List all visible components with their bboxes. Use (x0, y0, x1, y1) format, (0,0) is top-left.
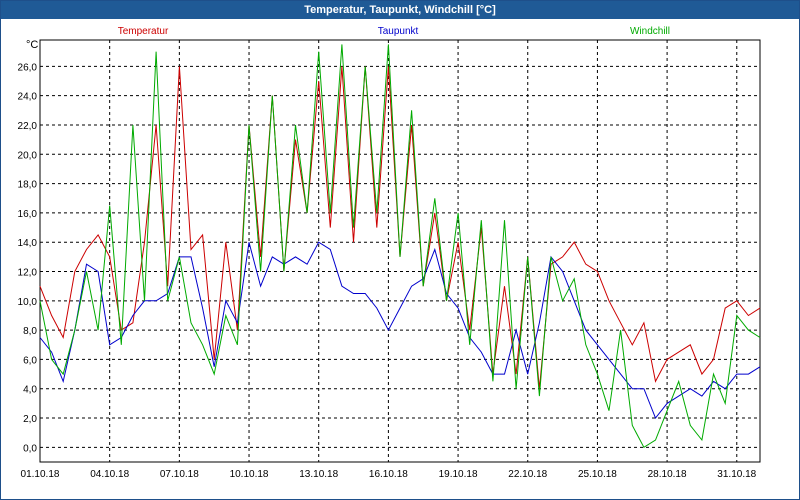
y-axis: 0,0 2,0 4,0 6,0 8,0 10,0 12,0 14,0 16,0 18,0 20,0 2… (18, 62, 38, 454)
x-tick-label: 13.10.18 (299, 469, 338, 480)
x-tick-label: 19.10.18 (439, 469, 478, 480)
x-tick-label: 01.10.18 (21, 469, 60, 480)
y-tick-label: 4,0 (23, 385, 37, 396)
legend-entry-windchill: Windchill (630, 26, 670, 37)
y-tick-label: 6,0 (23, 355, 37, 366)
x-tick-label: 22.10.18 (508, 469, 547, 480)
legend-entry-taupunkt: Taupunkt (378, 26, 419, 37)
legend-entry-temperatur: Temperatur (118, 26, 169, 37)
y-tick-label: 0,0 (23, 443, 37, 454)
x-tick-label: 04.10.18 (90, 469, 129, 480)
x-tick-label: 31.10.18 (717, 469, 756, 480)
y-tick-label: 14,0 (18, 238, 38, 249)
y-tick-label: 8,0 (23, 326, 37, 337)
x-tick-label: 28.10.18 (648, 469, 687, 480)
x-tick-label: 25.10.18 (578, 469, 617, 480)
y-tick-label: 22,0 (18, 121, 38, 132)
chart: 0,0 2,0 4,0 6,0 8,0 10,0 12,0 14,0 16,0 18,0 20,0 2… (18, 26, 761, 480)
y-tick-label: 12,0 (18, 268, 38, 279)
x-tick-label: 07.10.18 (160, 469, 199, 480)
x-tick-label: 10.10.18 (230, 469, 269, 480)
x-tick-label: 16.10.18 (369, 469, 408, 480)
y-tick-label: 10,0 (18, 297, 38, 308)
y-axis-unit-label: °C (26, 39, 38, 51)
x-axis: 01.10.18 04.10.18 07.10.18 10.10.18 13.10.18… (21, 469, 757, 480)
y-tick-label: 26,0 (18, 62, 38, 73)
y-tick-label: 16,0 (18, 209, 38, 220)
y-tick-label: 20,0 (18, 150, 38, 161)
y-tick-label: 2,0 (23, 414, 37, 425)
y-tick-label: 24,0 (18, 92, 38, 103)
y-tick-label: 18,0 (18, 180, 38, 191)
